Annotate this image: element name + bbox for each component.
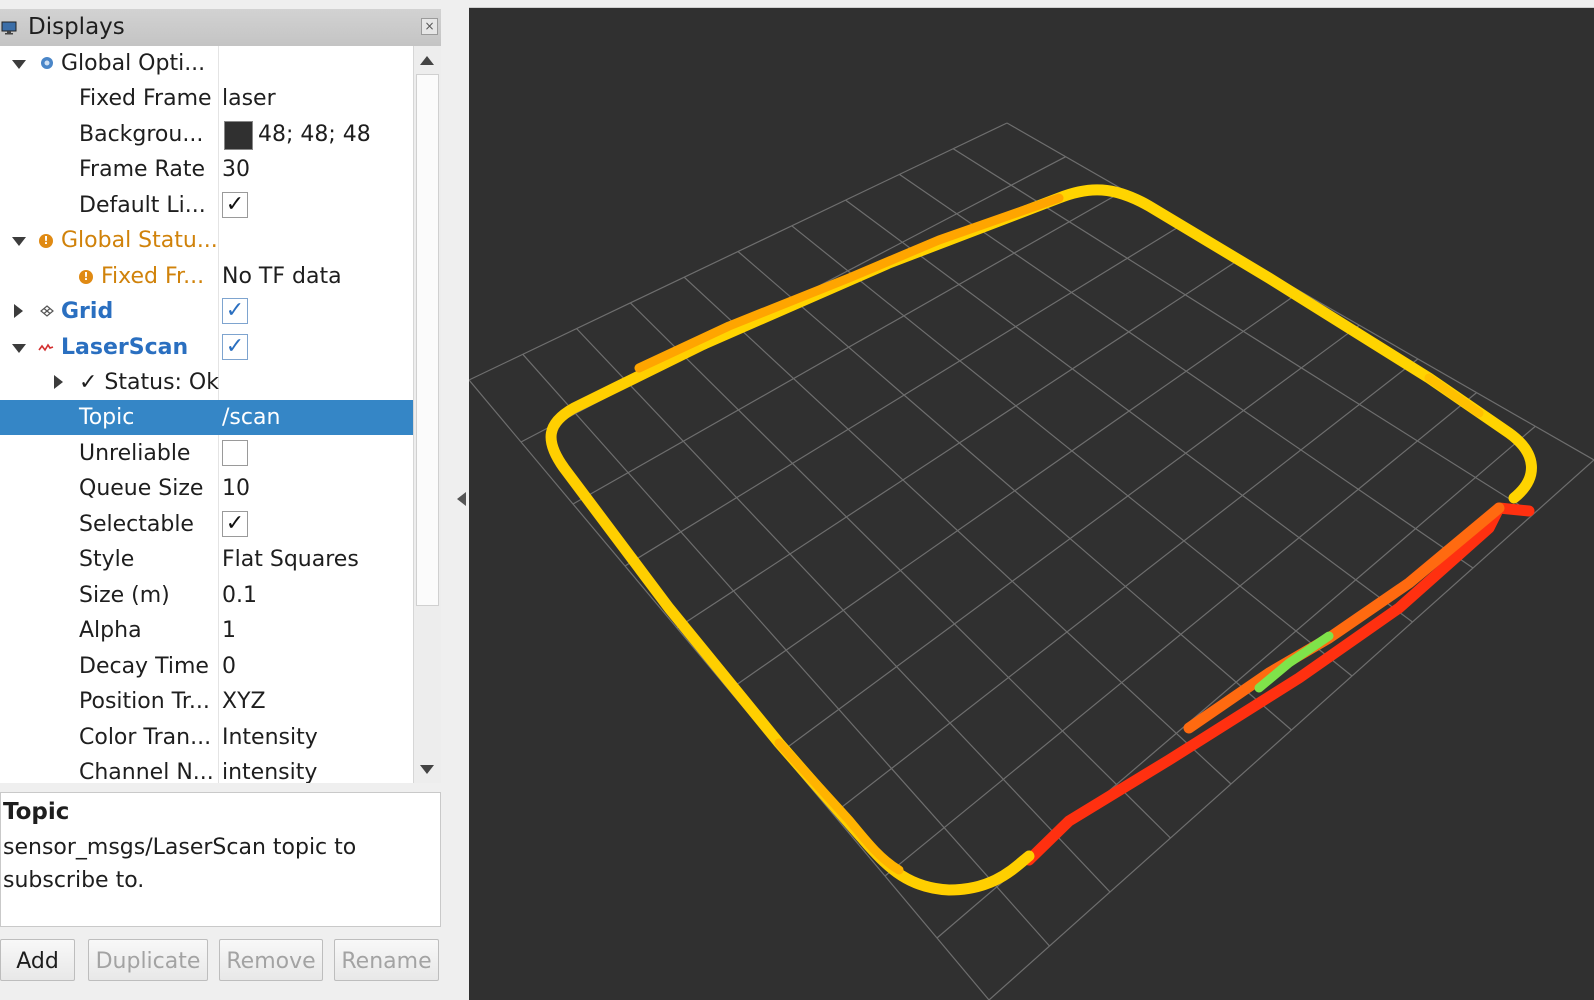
- tree-row-fixed-frame[interactable]: Fixed Frame laser: [0, 81, 413, 116]
- tree-row-laserscan[interactable]: LaserScan ✓: [0, 330, 413, 365]
- tree-row-decay-time[interactable]: Decay Time 0: [0, 649, 413, 684]
- grid-line: [884, 392, 1477, 877]
- panel-splitter[interactable]: [441, 0, 469, 1000]
- channel-value[interactable]: intensity: [222, 760, 317, 783]
- description-title: Topic: [3, 799, 70, 825]
- tree-label: Topic: [79, 405, 135, 430]
- tree-row-global-status[interactable]: ! Global Statu...: [0, 223, 413, 258]
- 3d-viewport[interactable]: [469, 8, 1594, 1000]
- tree-row-channel-name[interactable]: Channel N... intensity: [0, 755, 413, 783]
- tree-label: Frame Rate: [79, 157, 205, 182]
- render-canvas[interactable]: [469, 8, 1594, 1000]
- tree-row-alpha[interactable]: Alpha 1: [0, 613, 413, 648]
- tree-row-background[interactable]: Backgrou... 48; 48; 48: [0, 117, 413, 152]
- color-swatch[interactable]: [224, 121, 253, 150]
- tree-label: Position Tr...: [79, 689, 210, 714]
- expand-arrow-icon[interactable]: [8, 46, 28, 81]
- tree-row-unreliable[interactable]: Unreliable: [0, 436, 413, 471]
- decay-value[interactable]: 0: [222, 654, 236, 679]
- tree-label: Decay Time: [79, 654, 209, 679]
- tree-row-style[interactable]: Style Flat Squares: [0, 542, 413, 577]
- size-value[interactable]: 0.1: [222, 583, 257, 608]
- scroll-down-arrow-icon[interactable]: [414, 755, 441, 783]
- description-box: Topic sensor_msgs/LaserScan topic to sub…: [0, 792, 441, 927]
- add-button[interactable]: Add: [0, 939, 75, 981]
- rename-button[interactable]: Rename: [334, 939, 439, 981]
- panel-title: Displays: [28, 14, 125, 40]
- queue-size-value[interactable]: 10: [222, 476, 250, 501]
- collapse-arrow-icon[interactable]: [457, 492, 466, 506]
- tree-label: Selectable: [79, 512, 194, 537]
- displays-panel: Displays × Global Opti... Fixed Frame la…: [0, 0, 470, 1000]
- tree-label: Style: [79, 547, 135, 572]
- tree-label: Queue Size: [79, 476, 204, 501]
- description-text: sensor_msgs/LaserScan topic to subscribe…: [3, 835, 357, 893]
- tree-label: Fixed Frame: [79, 86, 212, 111]
- tree-label: Alpha: [79, 618, 142, 643]
- tree-row-frame-rate[interactable]: Frame Rate 30: [0, 152, 413, 187]
- alpha-value[interactable]: 1: [222, 618, 236, 643]
- style-value[interactable]: Flat Squares: [222, 547, 359, 572]
- tree-label: ✓ Status: Ok: [79, 370, 219, 395]
- panel-header: Displays ×: [0, 9, 441, 47]
- grid-icon: [40, 305, 54, 317]
- tree-row-position-transformer[interactable]: Position Tr... XYZ: [0, 684, 413, 719]
- tree-label: Size (m): [79, 583, 170, 608]
- laser-scan-points: [545, 184, 1537, 896]
- remove-button[interactable]: Remove: [219, 939, 323, 981]
- tree-scrollbar[interactable]: [413, 46, 441, 783]
- background-value[interactable]: 48; 48; 48: [258, 122, 371, 147]
- duplicate-button[interactable]: Duplicate: [88, 939, 208, 981]
- grid-line: [728, 291, 1301, 691]
- topic-value[interactable]: /scan: [222, 405, 280, 430]
- tree-label: Default Li...: [79, 193, 206, 218]
- tree-label: Global Opti...: [61, 51, 206, 76]
- close-panel-button[interactable]: ×: [421, 18, 438, 35]
- scroll-thumb[interactable]: [416, 74, 439, 606]
- tree-label: Channel N...: [79, 760, 214, 783]
- laserscan-icon: [38, 343, 54, 352]
- tree-label: Global Statu...: [61, 228, 218, 253]
- monitor-icon: [1, 21, 17, 35]
- tree-label: Unreliable: [79, 441, 191, 466]
- frame-rate-value[interactable]: 30: [222, 157, 250, 182]
- tree-label: Fixed Fr...: [101, 264, 205, 289]
- gear-icon: [41, 57, 53, 69]
- tree-label: Color Tran...: [79, 725, 212, 750]
- tree-row-grid[interactable]: Grid ✓: [0, 294, 413, 329]
- warning-icon: !: [39, 234, 53, 248]
- expand-arrow-icon[interactable]: [8, 223, 28, 258]
- fixed-frame-value[interactable]: laser: [222, 86, 276, 111]
- unreliable-checkbox[interactable]: [222, 440, 248, 466]
- tree-row-fixed-frame-status[interactable]: ! Fixed Fr... No TF data: [0, 259, 413, 294]
- selectable-checkbox[interactable]: ✓: [222, 511, 248, 537]
- viewport-top-border: [469, 0, 1594, 8]
- tree-row-default-light[interactable]: Default Li... ✓: [0, 188, 413, 223]
- position-value[interactable]: XYZ: [222, 689, 266, 714]
- tree-row-color-transformer[interactable]: Color Tran... Intensity: [0, 720, 413, 755]
- status-value: No TF data: [222, 264, 342, 289]
- grid-line: [845, 199, 1413, 623]
- tree-label: Grid: [61, 299, 114, 324]
- property-tree[interactable]: Global Opti... Fixed Frame laser Backgro…: [0, 46, 413, 783]
- grid-line: [988, 459, 1594, 1000]
- tree-row-queue-size[interactable]: Queue Size 10: [0, 471, 413, 506]
- tree-label: LaserScan: [61, 335, 189, 360]
- scroll-up-arrow-icon[interactable]: [414, 46, 441, 74]
- tree-row-selectable[interactable]: Selectable ✓: [0, 507, 413, 542]
- warning-icon: !: [79, 270, 93, 284]
- tree-row-size[interactable]: Size (m) 0.1: [0, 578, 413, 613]
- tree-label: Backgrou...: [79, 122, 204, 147]
- tree-row-global-options[interactable]: Global Opti...: [0, 46, 413, 81]
- tree-row-topic[interactable]: Topic /scan: [0, 400, 413, 435]
- laserscan-checkbox[interactable]: ✓: [222, 334, 248, 360]
- tree-row-status[interactable]: ✓ Status: Ok: [0, 365, 413, 400]
- grid-line: [832, 358, 1419, 815]
- expand-arrow-icon[interactable]: [8, 330, 28, 365]
- default-light-checkbox[interactable]: ✓: [222, 192, 248, 218]
- grid-checkbox[interactable]: ✓: [222, 298, 248, 324]
- expand-arrow-icon[interactable]: [8, 294, 28, 329]
- color-value[interactable]: Intensity: [222, 725, 318, 750]
- expand-arrow-icon[interactable]: [48, 365, 68, 400]
